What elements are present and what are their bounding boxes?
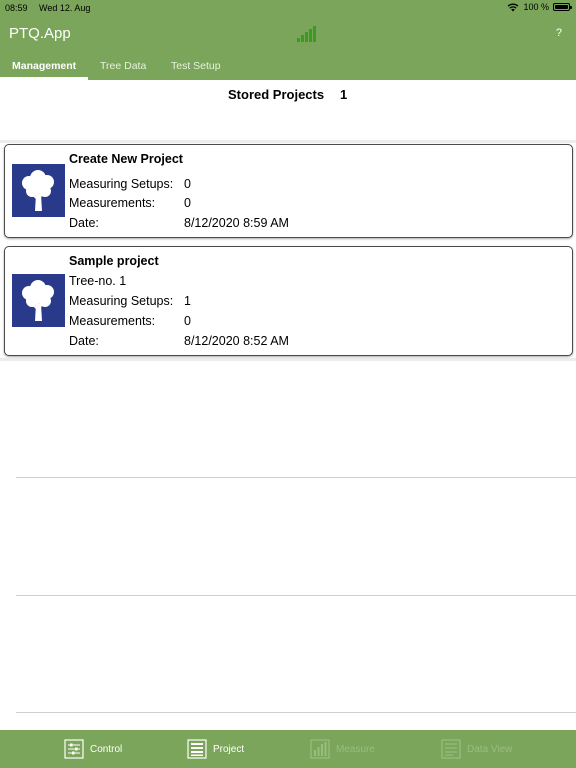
measurements-label: Measurements: (69, 314, 156, 328)
tree-number: Tree-no. 1 (69, 274, 127, 288)
stored-projects-label: Stored Projects (228, 87, 325, 102)
app-bar: PTQ.App ? (0, 16, 576, 52)
help-button[interactable]: ? (556, 27, 562, 39)
tree-icon (12, 164, 65, 217)
card-title: Create New Project (69, 152, 183, 166)
control-icon (64, 739, 84, 759)
date-value: 8/12/2020 8:59 AM (184, 216, 289, 230)
bottom-tab-project[interactable]: Project (187, 738, 244, 760)
stored-projects-header: Stored Projects 1 (0, 87, 576, 103)
create-new-project-card[interactable]: Create New Project Measuring Setups: 0 M… (4, 144, 573, 238)
date-value: 8/12/2020 8:52 AM (184, 334, 289, 348)
bottom-tab-data-view-label: Data View (467, 743, 513, 755)
battery-percent: 100 % (523, 2, 549, 12)
list-separator (0, 140, 576, 143)
date-label: Date: (69, 216, 99, 230)
measuring-setups-value: 0 (184, 177, 191, 191)
tree-icon (12, 274, 65, 327)
signal-strength-icon (297, 26, 316, 42)
bottom-tab-measure[interactable]: Measure (310, 738, 375, 760)
measurements-label: Measurements: (69, 196, 156, 210)
measurements-value: 0 (184, 196, 191, 210)
list-separator (0, 358, 576, 361)
app-title: PTQ.App (9, 25, 71, 42)
stored-projects-count: 1 (340, 87, 348, 102)
top-tab-bar: Management Tree Data Test Setup (0, 52, 576, 80)
bottom-tab-project-label: Project (213, 743, 245, 755)
bottom-tab-control-label: Control (90, 743, 123, 755)
date-label: Date: (69, 334, 99, 348)
measuring-setups-value: 1 (184, 294, 191, 308)
bottom-tab-control[interactable]: Control (64, 738, 122, 760)
bottom-tab-data-view[interactable]: Data View (441, 738, 512, 760)
project-icon (187, 739, 207, 759)
empty-row-divider (16, 477, 576, 478)
wifi-icon (508, 3, 519, 11)
status-date: Wed 12. Aug (39, 3, 91, 13)
empty-row-divider (16, 595, 576, 596)
bottom-tab-measure-label: Measure (336, 743, 375, 755)
status-bar: 08:59 Wed 12. Aug 100 % (0, 0, 576, 16)
active-tab-indicator (0, 77, 88, 80)
card-title: Sample project (69, 254, 159, 268)
tab-management[interactable]: Management (12, 60, 76, 72)
measure-icon (310, 739, 330, 759)
status-indicators: 100 % (507, 2, 572, 12)
empty-row-divider (16, 712, 576, 713)
measurements-value: 0 (184, 314, 191, 328)
tab-tree-data[interactable]: Tree Data (100, 60, 146, 72)
sample-project-card[interactable]: Sample project Tree-no. 1 Measuring Setu… (4, 246, 573, 356)
bottom-tab-bar: Control Project Measure Data View (0, 730, 576, 768)
status-time: 08:59 (5, 3, 28, 13)
tab-test-setup[interactable]: Test Setup (171, 60, 221, 72)
data-view-icon (441, 739, 461, 759)
battery-icon (553, 3, 572, 11)
measuring-setups-label: Measuring Setups: (69, 294, 174, 308)
measuring-setups-label: Measuring Setups: (69, 177, 174, 191)
